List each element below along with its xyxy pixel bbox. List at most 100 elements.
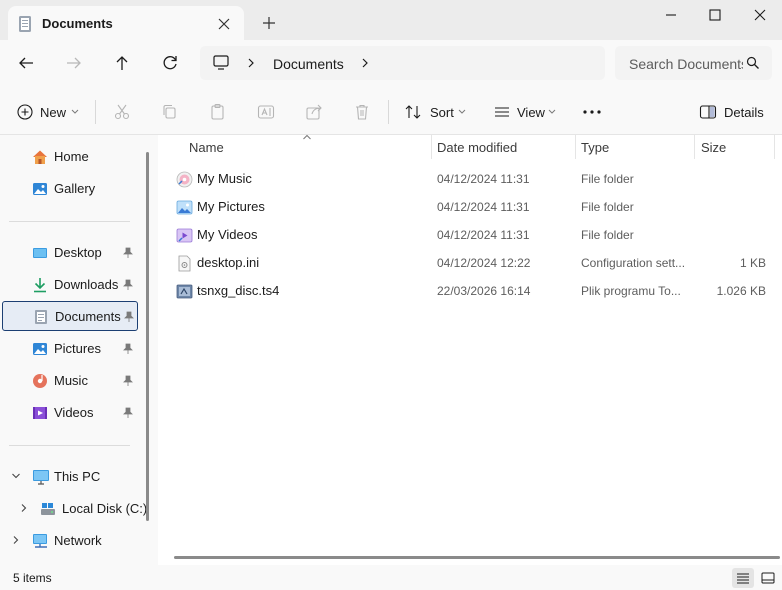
close-window-button[interactable] [745, 2, 775, 28]
maximize-button[interactable] [700, 2, 730, 28]
column-divider[interactable] [431, 135, 432, 159]
close-tab-icon[interactable] [215, 15, 233, 33]
chevron-right-icon[interactable] [19, 503, 29, 513]
column-divider[interactable] [694, 135, 695, 159]
pin-icon[interactable] [123, 407, 133, 419]
share-icon[interactable] [304, 102, 324, 122]
delete-icon[interactable] [352, 102, 372, 122]
pin-icon[interactable] [123, 247, 133, 259]
sidebar-item-videos[interactable]: Videos [2, 398, 138, 428]
column-header-type[interactable]: Type [581, 140, 609, 155]
desktop-icon [32, 245, 48, 261]
sort-ascending-icon [302, 133, 312, 141]
column-header-date-modified[interactable]: Date modified [437, 140, 517, 155]
search-input[interactable]: Search Documents [615, 46, 772, 80]
table-row[interactable]: My Music 04/12/2024 11:31 File folder [170, 165, 770, 193]
up-button[interactable] [108, 49, 136, 77]
file-name: My Videos [197, 227, 258, 242]
new-tab-icon[interactable] [260, 14, 278, 32]
address-bar[interactable]: Documents [200, 46, 605, 80]
file-date: 04/12/2024 11:31 [437, 200, 530, 214]
column-header-size[interactable]: Size [701, 140, 726, 155]
details-pane-button[interactable]: Details [694, 97, 770, 127]
refresh-button[interactable] [156, 49, 184, 77]
pin-icon[interactable] [123, 375, 133, 387]
details-view-toggle[interactable] [732, 568, 754, 588]
sidebar-item-music[interactable]: Music [2, 366, 138, 396]
sidebar-item-label: Pictures [54, 341, 101, 356]
column-header-name[interactable]: Name [189, 140, 224, 155]
copy-icon[interactable] [160, 102, 180, 122]
file-name: My Pictures [197, 199, 265, 214]
chevron-right-icon[interactable] [11, 535, 21, 545]
table-row[interactable]: desktop.ini 04/12/2024 12:22 Configurati… [170, 249, 770, 277]
chevron-down-icon[interactable] [11, 471, 21, 481]
sidebar-item-gallery[interactable]: Gallery [2, 174, 138, 204]
file-size: 1 KB [739, 256, 766, 270]
address-row: Documents Search Documents [0, 40, 782, 88]
file-size: 1.026 KB [716, 284, 766, 298]
pin-icon[interactable] [124, 311, 134, 323]
table-row[interactable]: My Pictures 04/12/2024 11:31 File folder [170, 193, 770, 221]
pin-icon[interactable] [123, 279, 133, 291]
gallery-icon [32, 181, 48, 197]
column-divider[interactable] [774, 135, 775, 159]
sidebar-scrollbar[interactable] [146, 152, 149, 521]
paste-icon[interactable] [208, 102, 228, 122]
tiles-view-toggle[interactable] [757, 568, 779, 588]
status-bar: 5 items [0, 565, 782, 590]
new-button[interactable]: New [10, 97, 84, 127]
back-button[interactable] [12, 49, 40, 77]
sidebar-item-network[interactable]: Network [2, 526, 138, 556]
rename-icon[interactable] [256, 102, 276, 122]
file-date: 04/12/2024 12:22 [437, 256, 531, 270]
file-type: Configuration sett... [581, 256, 686, 270]
breadcrumb-documents[interactable]: Documents [273, 56, 344, 72]
network-icon [32, 533, 50, 549]
table-row[interactable]: tsnxg_disc.ts4 22/03/2026 16:14 Plik pro… [170, 277, 770, 305]
sidebar-item-downloads[interactable]: Downloads [2, 270, 138, 300]
pin-icon[interactable] [123, 343, 133, 355]
sidebar-divider [9, 221, 130, 222]
chevron-down-icon [71, 109, 79, 115]
tab-title: Documents [42, 16, 113, 31]
sidebar-item-home[interactable]: Home [2, 142, 138, 172]
file-type: Plik programu To... [581, 284, 681, 298]
sidebar-item-label: Local Disk (C:) [62, 501, 148, 516]
sidebar-item-documents[interactable]: Documents [2, 301, 138, 331]
sidebar-item-local-disk[interactable]: Local Disk (C:) [2, 494, 147, 524]
forward-button[interactable] [60, 49, 88, 77]
sidebar-item-label: Music [54, 373, 88, 388]
sidebar-item-pictures[interactable]: Pictures [2, 334, 138, 364]
view-button[interactable]: View [488, 97, 560, 127]
chevron-right-icon[interactable] [360, 57, 370, 69]
file-date: 04/12/2024 11:31 [437, 172, 530, 186]
computer-icon[interactable] [212, 54, 230, 72]
view-list-icon [493, 103, 511, 121]
file-name: My Music [197, 171, 252, 186]
horizontal-scrollbar[interactable] [174, 556, 780, 559]
sidebar-item-this-pc[interactable]: This PC [2, 462, 138, 492]
table-row[interactable]: My Videos 04/12/2024 11:31 File folder [170, 221, 770, 249]
column-header-row: Name Date modified Type Size [158, 133, 782, 159]
cut-icon[interactable] [112, 102, 132, 122]
search-icon[interactable] [746, 56, 760, 70]
tab-documents[interactable]: Documents [8, 6, 244, 40]
downloads-icon [32, 277, 48, 293]
chevron-right-icon[interactable] [246, 57, 256, 69]
column-divider[interactable] [575, 135, 576, 159]
sort-button[interactable]: Sort [398, 97, 470, 127]
documents-icon [17, 15, 33, 33]
documents-icon [33, 309, 49, 325]
file-type: File folder [581, 172, 634, 186]
ts4-file-icon [176, 283, 193, 300]
command-bar: New Sort View Details [0, 88, 782, 135]
item-count: 5 items [13, 571, 52, 585]
sidebar-item-label: Network [54, 533, 102, 548]
chevron-down-icon [548, 109, 556, 115]
minimize-button[interactable] [656, 2, 686, 28]
sidebar-item-desktop[interactable]: Desktop [2, 238, 138, 268]
navigation-pane: Home Gallery Desktop Downloads Documents [0, 135, 158, 565]
more-options-icon[interactable] [580, 101, 604, 123]
new-label: New [40, 105, 67, 120]
